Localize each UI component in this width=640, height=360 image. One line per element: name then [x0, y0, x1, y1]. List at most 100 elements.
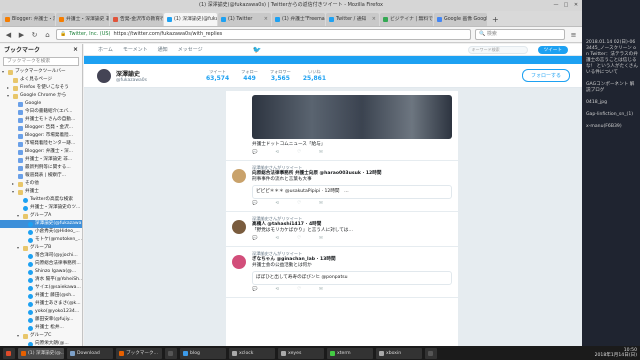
- bookmark-item[interactable]: yoko(@yoko1234...: [0, 308, 82, 316]
- like-icon[interactable]: ♡: [297, 287, 301, 293]
- nav-messages[interactable]: メッセージ: [178, 46, 203, 53]
- close-icon[interactable]: ✕: [572, 1, 580, 9]
- tweet[interactable]: 弁護士ドットコムニュース「給与」 💬 ⟲ ♡ ✉: [226, 91, 458, 161]
- new-tab-icon[interactable]: +: [488, 13, 503, 26]
- bookmark-item[interactable]: 小倉秀夫(@Hideo_...: [0, 228, 82, 236]
- dm-icon[interactable]: ✉: [319, 201, 323, 207]
- tab-close-icon[interactable]: ×: [372, 13, 376, 26]
- back-icon[interactable]: ◀: [4, 31, 13, 39]
- bookmark-item[interactable]: ▾ ブックマークツールバー: [0, 68, 82, 76]
- reply-icon[interactable]: 💬: [252, 287, 257, 293]
- retweet-icon[interactable]: ⟲: [275, 287, 279, 293]
- taskbar-item[interactable]: xboxin: [376, 347, 422, 359]
- bookmark-item[interactable]: 弁護士あさまさ(@k...: [0, 300, 82, 308]
- taskbar-item[interactable]: [3, 347, 15, 359]
- expand-arrow-icon[interactable]: ▸: [7, 84, 11, 92]
- bookmark-item[interactable]: 弁護士 藤田(@sh...: [0, 292, 82, 300]
- search-bar[interactable]: 🔍 検索: [475, 29, 565, 40]
- reply-icon[interactable]: 💬: [252, 236, 257, 242]
- browser-tab[interactable]: (1) 弁護士"Freeman"Ha...×: [272, 13, 325, 26]
- browser-tab[interactable]: (1) 深澤諭史(@fukazawa...×: [164, 13, 217, 26]
- dm-icon[interactable]: ✉: [319, 150, 323, 156]
- retweet-icon[interactable]: ⟲: [275, 150, 279, 156]
- bookmark-item[interactable]: 今日の書籍紹介(エバ...: [0, 108, 82, 116]
- bookmark-item[interactable]: 藤田安幸(@fujiy...: [0, 316, 82, 324]
- minimize-icon[interactable]: —: [552, 1, 560, 9]
- url-bar[interactable]: 🔒 Twitter, Inc. (US) https://twitter.com…: [56, 29, 471, 40]
- browser-tab[interactable]: Google 画像 Google 画像検×: [434, 13, 487, 26]
- desktop-file-label[interactable]: Gap-linfiction_sn_(1): [586, 112, 638, 118]
- taskbar-item[interactable]: (1) 深澤諭史(@...: [18, 347, 64, 359]
- expand-arrow-icon[interactable]: ▾: [12, 188, 16, 196]
- bookmark-item[interactable]: よく見るページ: [0, 76, 82, 84]
- taskbar-item[interactable]: xeyes: [278, 347, 324, 359]
- browser-tab[interactable]: Twitter / 通知 ×: [326, 13, 379, 26]
- bookmark-item[interactable]: ▾ 弁護士: [0, 188, 82, 196]
- dm-icon[interactable]: ✉: [319, 236, 323, 242]
- taskbar-item[interactable]: ブックマーク...: [116, 347, 162, 359]
- desktop-file-label[interactable]: 2018.01.14 02(日)-063445_ノースクリーン on Twitt…: [586, 40, 638, 76]
- bookmark-item[interactable]: 清水 陽平(@YoheiSh...: [0, 276, 82, 284]
- retweet-icon[interactable]: ⟲: [275, 236, 279, 242]
- follow-button[interactable]: フォローする: [521, 69, 570, 82]
- bookmark-item[interactable]: ▾ グループC: [0, 332, 82, 340]
- quoted-tweet[interactable]: ピピピ＊＊＊ @usakutaPipipi · 12時間 …: [252, 185, 452, 199]
- taskbar-item[interactable]: [425, 347, 437, 359]
- bookmark-item[interactable]: 向原総合法律事務所...: [0, 260, 82, 268]
- bookmark-item[interactable]: 弁護士モトさんの自動...: [0, 116, 82, 124]
- expand-arrow-icon[interactable]: ▾: [17, 244, 21, 252]
- tweet-avatar[interactable]: [232, 220, 246, 234]
- bookmark-item[interactable]: ▾ グループB: [0, 244, 82, 252]
- sidebar-title[interactable]: ブックマーク: [4, 45, 40, 54]
- desktop-file-label[interactable]: x-manu(F6B39): [586, 124, 638, 130]
- bookmark-item[interactable]: ▾ グループA: [0, 212, 82, 220]
- expand-arrow-icon[interactable]: ▾: [17, 332, 21, 340]
- twitter-search-input[interactable]: キーワード検索: [467, 45, 528, 54]
- nav-home[interactable]: ホーム: [98, 46, 113, 53]
- bookmark-item[interactable]: 最新判例等に関する...: [0, 164, 82, 172]
- bookmark-search-input[interactable]: ブックマークを検索: [3, 57, 79, 66]
- bookmark-item[interactable]: 市場発着陸センター跡...: [0, 140, 82, 148]
- reply-icon[interactable]: 💬: [252, 150, 257, 156]
- sidebar-close-icon[interactable]: ×: [73, 46, 78, 53]
- profile-name[interactable]: 深澤諭史: [116, 69, 147, 78]
- bookmark-item[interactable]: Google: [0, 100, 82, 108]
- reply-icon[interactable]: 💬: [252, 201, 257, 207]
- retweet-icon[interactable]: ⟲: [275, 201, 279, 207]
- maximize-icon[interactable]: □: [562, 1, 570, 9]
- bookmark-item[interactable]: サイエ(@saiekawa...: [0, 284, 82, 292]
- expand-arrow-icon[interactable]: ▾: [7, 92, 11, 100]
- like-icon[interactable]: ♡: [297, 236, 301, 242]
- nav-notifications[interactable]: 通知: [158, 46, 168, 53]
- bookmark-item[interactable]: Blogger: 市場発着陸...: [0, 132, 82, 140]
- twitter-bird-icon[interactable]: 🐦: [253, 46, 262, 54]
- tweet-avatar[interactable]: [232, 255, 246, 269]
- clock[interactable]: 10:50 2018年1月14日(日): [595, 348, 637, 358]
- expand-arrow-icon[interactable]: ▾: [17, 212, 21, 220]
- bookmark-item[interactable]: 弁護士 松井...: [0, 324, 82, 332]
- bookmark-item[interactable]: ▸ Firefox を使いこなそう: [0, 84, 82, 92]
- bookmark-item[interactable]: Shinzo Igawa(@...: [0, 268, 82, 276]
- avatar[interactable]: [96, 67, 112, 84]
- dm-icon[interactable]: ✉: [319, 287, 323, 293]
- bookmark-item[interactable]: 落合洋司(@yjochi...: [0, 252, 82, 260]
- tweet[interactable]: 深澤諭史さんがリツイート ぎなちゃん @ginachan_lab · 13時間 弁護…: [226, 247, 458, 298]
- menu-icon[interactable]: ≡: [569, 31, 578, 39]
- tweet-photo[interactable]: [252, 95, 452, 139]
- desktop-file-label[interactable]: GAGコンポーネント 解説ブログ: [586, 82, 638, 94]
- bookmark-item[interactable]: 弁護士・深澤諭史のツ...: [0, 204, 82, 212]
- like-icon[interactable]: ♡: [297, 201, 301, 207]
- bookmark-item[interactable]: Blogger: 弁護士・深...: [0, 148, 82, 156]
- home-icon[interactable]: ⌂: [43, 31, 52, 39]
- bookmark-item[interactable]: 弁護士・深澤諭史 非...: [0, 156, 82, 164]
- bookmark-item[interactable]: Blogger: 告発・金沢...: [0, 124, 82, 132]
- bookmark-item[interactable]: 深澤諭史(@fukazawa...: [0, 220, 82, 228]
- like-icon[interactable]: ♡: [297, 150, 301, 156]
- tweet-button[interactable]: ツイート: [537, 45, 568, 54]
- browser-tab[interactable]: (1) Twitter ×: [218, 13, 271, 26]
- expand-arrow-icon[interactable]: ▸: [12, 180, 16, 188]
- browser-tab[interactable]: ビジテイナ | 無料で使...×: [380, 13, 433, 26]
- profile-stat[interactable]: フォロー 449: [241, 69, 258, 82]
- taskbar-item[interactable]: [165, 347, 177, 359]
- reload-icon[interactable]: ↻: [30, 31, 39, 39]
